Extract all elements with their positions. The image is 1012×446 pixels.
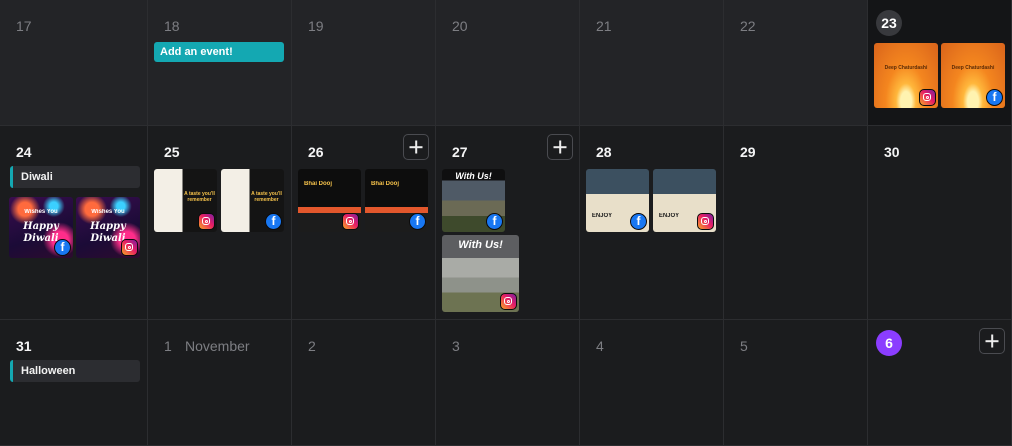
day-number: 21 (596, 18, 612, 34)
day-number: 20 (452, 18, 468, 34)
post-caption: Deep Chaturdashi (951, 65, 995, 71)
day-cell-22[interactable]: 22 (724, 0, 868, 126)
day-cell-31[interactable]: 31 Halloween (0, 320, 148, 446)
scheduled-post[interactable]: Wishes You Happy Diwali (76, 197, 140, 258)
facebook-icon (54, 239, 71, 256)
day-cell-21[interactable]: 21 (580, 0, 724, 126)
post-caption: Bhai Dooj (371, 181, 399, 187)
day-number: 2 (308, 338, 316, 354)
add-post-button[interactable] (547, 134, 573, 160)
add-post-button[interactable] (979, 328, 1005, 354)
day-cell-18[interactable]: 18 Add an event! (148, 0, 292, 126)
scheduled-post[interactable]: Deep Chaturdashi (941, 43, 1005, 108)
instagram-icon (697, 213, 714, 230)
instagram-icon (198, 213, 215, 230)
day-cell-27[interactable]: 27 With Us! With Us! (436, 126, 580, 320)
day-cell-26[interactable]: 26 Bhai Dooj Bhai Dooj (292, 126, 436, 320)
scheduled-post[interactable]: With Us! (442, 169, 505, 232)
day-number: 24 (16, 144, 32, 160)
day-cell-29[interactable]: 29 (724, 126, 868, 320)
day-cell-2[interactable]: 2 (292, 320, 436, 446)
day-number: 18 (164, 18, 180, 34)
instagram-icon (919, 89, 936, 106)
post-caption: Happy (23, 221, 59, 232)
day-cell-19[interactable]: 19 (292, 0, 436, 126)
scheduled-post[interactable]: With Us! (442, 235, 519, 312)
post-caption: With Us! (455, 171, 492, 181)
instagram-icon (342, 213, 359, 230)
facebook-icon (265, 213, 282, 230)
day-number: 31 (16, 338, 32, 354)
post-caption: A taste you'll remember (184, 191, 215, 203)
day-number: 22 (740, 18, 756, 34)
day-number: 25 (164, 144, 180, 160)
scheduled-post[interactable]: ENJOY (653, 169, 716, 232)
month-label: November (185, 338, 250, 354)
post-caption: Wishes You (91, 209, 125, 215)
scheduled-post[interactable]: Deep Chaturdashi (874, 43, 938, 108)
holiday-label: Diwali (10, 166, 140, 188)
day-cell-1[interactable]: 1 November (148, 320, 292, 446)
day-number: 4 (596, 338, 604, 354)
post-caption: Wishes You (24, 209, 58, 215)
scheduled-post[interactable]: A taste you'll remember (221, 169, 284, 232)
post-caption: Bhai Dooj (304, 181, 332, 187)
day-cell-30[interactable]: 30 (868, 126, 1012, 320)
scheduled-post[interactable]: ENJOY (586, 169, 649, 232)
day-cell-5[interactable]: 5 (724, 320, 868, 446)
instagram-icon (500, 293, 517, 310)
instagram-icon (121, 239, 138, 256)
day-number: 1 (164, 338, 172, 354)
day-cell-25[interactable]: 25 A taste you'll remember A taste you'l… (148, 126, 292, 320)
post-caption: A taste you'll remember (251, 191, 282, 203)
day-cell-3[interactable]: 3 (436, 320, 580, 446)
day-cell-28[interactable]: 28 ENJOY ENJOY (580, 126, 724, 320)
holiday-label: Halloween (10, 360, 140, 382)
day-number: 27 (452, 144, 468, 160)
facebook-icon (486, 213, 503, 230)
day-number: 19 (308, 18, 324, 34)
day-cell-24[interactable]: 24 Diwali Wishes You Happy Diwali Wishes… (0, 126, 148, 320)
day-cell-4[interactable]: 4 (580, 320, 724, 446)
post-caption: ENJOY (658, 213, 680, 219)
post-caption: ENJOY (591, 213, 613, 219)
calendar-month-view: 17 18 Add an event! 19 20 21 22 23 Deep … (0, 0, 1012, 446)
today-day-number: 6 (876, 330, 902, 356)
day-cell-6[interactable]: 6 (868, 320, 1012, 446)
day-number: 30 (884, 144, 900, 160)
scheduled-post[interactable]: Wishes You Happy Diwali (9, 197, 73, 258)
add-event-button[interactable]: Add an event! (154, 42, 284, 62)
day-number: 26 (308, 144, 324, 160)
day-number: 3 (452, 338, 460, 354)
day-number: 29 (740, 144, 756, 160)
day-number: 23 (876, 10, 902, 36)
post-caption: Deep Chaturdashi (884, 65, 928, 71)
post-caption: Happy (90, 221, 126, 232)
scheduled-post[interactable]: A taste you'll remember (154, 169, 217, 232)
facebook-icon (986, 89, 1003, 106)
day-cell-20[interactable]: 20 (436, 0, 580, 126)
day-number: 28 (596, 144, 612, 160)
scheduled-post[interactable]: Bhai Dooj (365, 169, 428, 232)
facebook-icon (630, 213, 647, 230)
add-post-button[interactable] (403, 134, 429, 160)
day-number: 5 (740, 338, 748, 354)
day-number: 17 (16, 18, 32, 34)
facebook-icon (409, 213, 426, 230)
scheduled-post[interactable]: Bhai Dooj (298, 169, 361, 232)
day-cell-23[interactable]: 23 Deep Chaturdashi Deep Chaturdashi (868, 0, 1012, 126)
day-cell-17[interactable]: 17 (0, 0, 148, 126)
post-caption: With Us! (458, 239, 503, 251)
